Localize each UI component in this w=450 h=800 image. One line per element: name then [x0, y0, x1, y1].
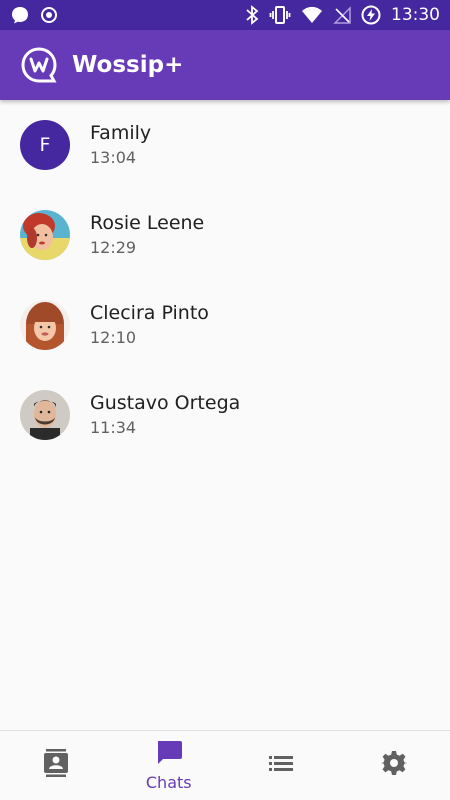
status-bar: 13:30: [0, 0, 450, 30]
wifi-icon: [301, 6, 323, 24]
chat-name: Clecira Pinto: [90, 302, 209, 324]
nav-settings[interactable]: [338, 731, 450, 800]
chat-time: 13:04: [90, 148, 137, 167]
settings-icon: [379, 750, 408, 781]
wossip-logo: [20, 46, 58, 84]
avatar: [20, 300, 70, 350]
battery-charging-icon: [361, 5, 381, 25]
chat-time: 12:10: [90, 328, 137, 347]
clock-time: 13:30: [391, 5, 440, 25]
chat-time: 11:34: [90, 418, 137, 437]
chat-item-rosie-leene[interactable]: Rosie Leene 12:29: [0, 190, 450, 280]
chat-item-gustavo-ortega[interactable]: Gustavo Ortega 11:34: [0, 370, 450, 460]
avatar: [20, 390, 70, 440]
chat-name: Rosie Leene: [90, 212, 205, 234]
chat-item-family[interactable]: F Family 13:04: [0, 100, 450, 190]
no-signal-icon: [333, 6, 351, 24]
nav-chats[interactable]: Chats: [113, 731, 226, 800]
avatar: F: [20, 120, 70, 170]
nav-contacts[interactable]: [0, 731, 113, 800]
chat-bubble-icon: [10, 5, 30, 25]
nav-list[interactable]: [225, 731, 338, 800]
chat-icon: [156, 740, 182, 771]
app-bar: Wossip+: [0, 30, 450, 100]
bluetooth-icon: [245, 5, 259, 25]
chat-name: Family: [90, 122, 152, 144]
chat-name: Gustavo Ortega: [90, 392, 241, 414]
list-icon: [269, 754, 294, 777]
contacts-icon: [43, 749, 69, 782]
chat-list: F Family 13:04 Rosie Leene 12:29 Clecira…: [0, 100, 450, 460]
chat-item-clecira-pinto[interactable]: Clecira Pinto 12:10: [0, 280, 450, 370]
app-title: Wossip+: [72, 52, 184, 78]
record-icon: [40, 6, 58, 24]
chat-time: 12:29: [90, 238, 137, 257]
avatar: [20, 210, 70, 260]
bottom-navigation: Chats: [0, 730, 450, 800]
nav-chats-label: Chats: [145, 772, 192, 792]
vibrate-icon: [269, 5, 291, 25]
